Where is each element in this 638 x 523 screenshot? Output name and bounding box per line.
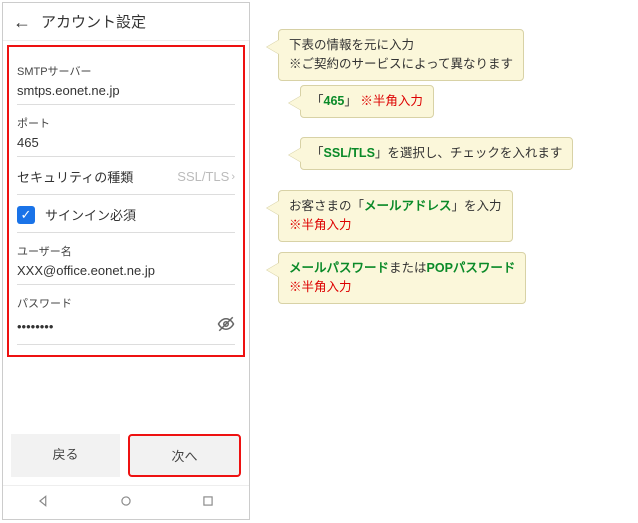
callout-port: 「465」 ※半角入力 <box>300 85 434 118</box>
password-field: パスワード •••••••• <box>17 295 235 345</box>
phone-frame: ← アカウント設定 SMTPサーバー smtps.eonet.ne.jp ポート… <box>2 2 250 520</box>
security-label: セキュリティの種類 <box>17 167 133 186</box>
chevron-right-icon: › <box>231 171 235 183</box>
checkbox-checked-icon[interactable]: ✓ <box>17 206 35 224</box>
callout-general: 下表の情報を元に入力 ※ご契約のサービスによって異なります <box>278 29 524 81</box>
security-row[interactable]: セキュリティの種類 SSL/TLS › <box>17 157 235 195</box>
next-button[interactable]: 次へ <box>128 434 241 477</box>
username-label: ユーザー名 <box>17 243 235 259</box>
username-field: ユーザー名 XXX@office.eonet.ne.jp <box>17 243 235 285</box>
smtp-label: SMTPサーバー <box>17 63 235 79</box>
password-input[interactable]: •••••••• <box>17 319 53 334</box>
eye-off-icon[interactable] <box>217 315 235 338</box>
spacer <box>3 357 249 426</box>
port-label: ポート <box>17 115 235 131</box>
titlebar: ← アカウント設定 <box>3 3 249 41</box>
button-row: 戻る 次へ <box>3 426 249 485</box>
nav-back-icon[interactable] <box>37 494 51 511</box>
nav-home-icon[interactable] <box>119 494 133 511</box>
username-input[interactable]: XXX@office.eonet.ne.jp <box>17 259 235 285</box>
callout-security: 「SSL/TLS」を選択し、チェックを入れます <box>300 137 573 170</box>
security-value: SSL/TLS › <box>177 169 235 184</box>
port-input[interactable]: 465 <box>17 131 235 157</box>
smtp-field: SMTPサーバー smtps.eonet.ne.jp <box>17 63 235 105</box>
page-title: アカウント設定 <box>41 11 146 32</box>
password-label: パスワード <box>17 295 235 311</box>
signin-required-row[interactable]: ✓ サインイン必須 <box>17 195 235 233</box>
callout-password: メールパスワードまたはPOPパスワード ※半角入力 <box>278 252 526 304</box>
back-arrow-icon[interactable]: ← <box>13 13 31 31</box>
back-button[interactable]: 戻る <box>11 434 120 477</box>
smtp-input[interactable]: smtps.eonet.ne.jp <box>17 79 235 105</box>
port-field: ポート 465 <box>17 115 235 157</box>
form-highlight-box: SMTPサーバー smtps.eonet.ne.jp ポート 465 セキュリテ… <box>7 45 245 357</box>
signin-required-label: サインイン必須 <box>45 205 136 224</box>
nav-recent-icon[interactable] <box>201 494 215 511</box>
callout-username: お客さまの「メールアドレス」を入力 ※半角入力 <box>278 190 513 242</box>
android-navbar <box>3 485 249 519</box>
